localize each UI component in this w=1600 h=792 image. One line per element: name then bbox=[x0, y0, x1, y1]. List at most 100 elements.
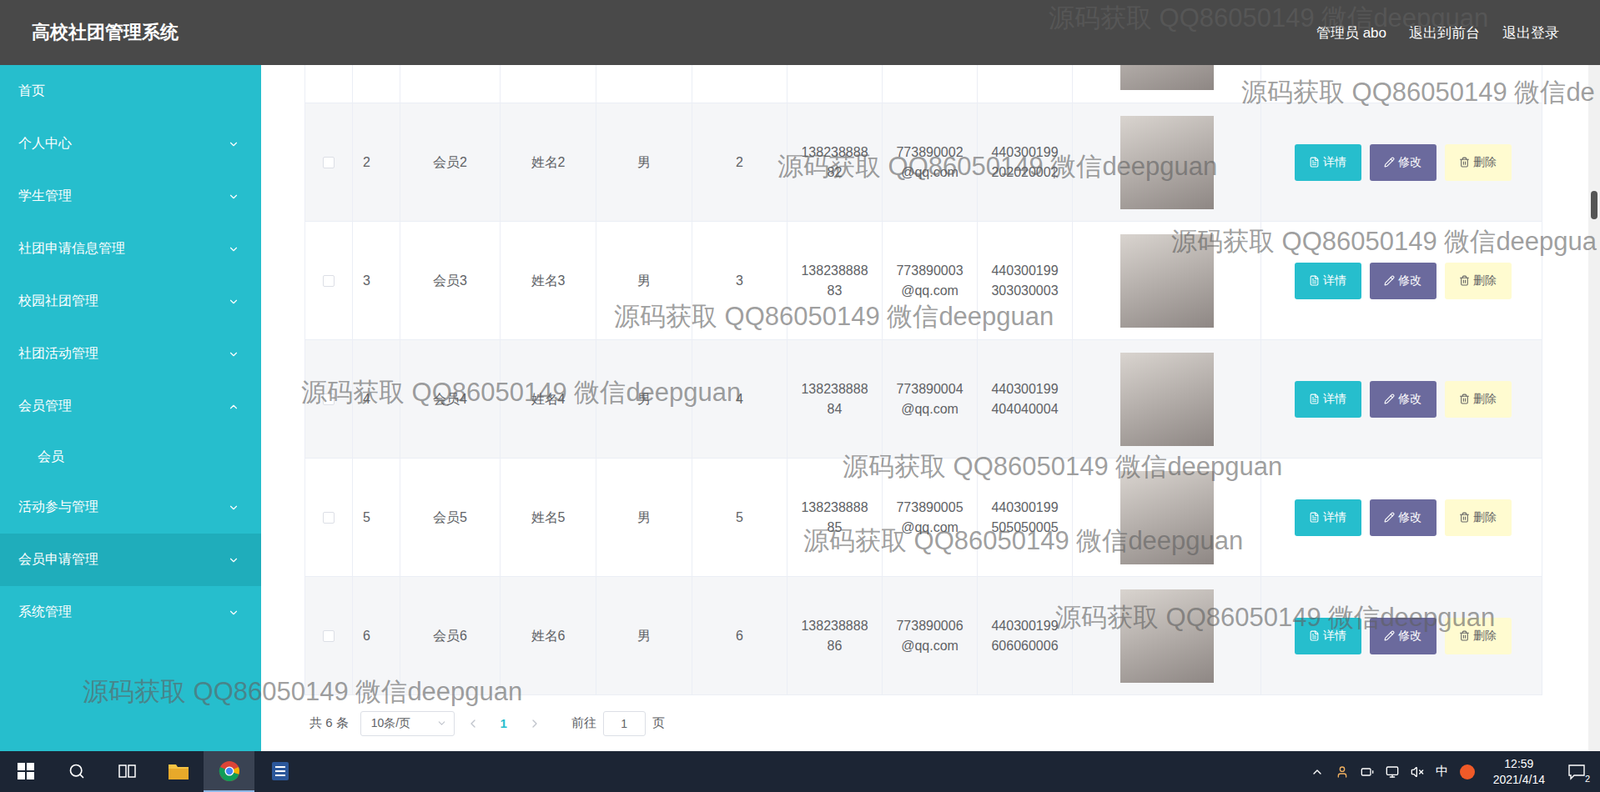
people-icon[interactable] bbox=[1335, 765, 1349, 780]
ime-indicator[interactable]: 中 bbox=[1435, 764, 1449, 780]
battery-icon[interactable] bbox=[1360, 765, 1374, 780]
row-checkbox[interactable] bbox=[322, 512, 335, 524]
chevron-down-icon bbox=[227, 191, 240, 203]
checkbox-cell bbox=[305, 577, 353, 695]
gender-cell: 男 bbox=[596, 221, 693, 340]
detail-button[interactable]: 详情 bbox=[1294, 499, 1362, 537]
edit-button[interactable]: 修改 bbox=[1369, 144, 1437, 182]
notification-button[interactable]: 2 bbox=[1563, 760, 1590, 785]
age-cell: 4 bbox=[692, 340, 788, 458]
taskbar-app[interactable] bbox=[203, 751, 255, 792]
watermark: 源码获取 QQ86050149 微信deepguan bbox=[613, 302, 1054, 332]
chevron-down-icon bbox=[227, 607, 240, 619]
id-card-cell: 440300199303030003 bbox=[977, 221, 1073, 340]
detail-icon bbox=[1308, 275, 1320, 287]
scrollbar-thumb[interactable] bbox=[1590, 191, 1598, 220]
phone-cell: 13823888883 bbox=[787, 221, 883, 340]
sidebar-item[interactable]: 首页 bbox=[0, 65, 262, 118]
avatar-cell bbox=[1072, 458, 1262, 577]
id-card-cell: 440300199505050005 bbox=[977, 458, 1073, 577]
table-cell bbox=[1261, 65, 1542, 103]
avatar-photo bbox=[1120, 115, 1214, 210]
header-link[interactable]: 退出登录 bbox=[1502, 23, 1560, 43]
actions-cell: 详情修改删除 bbox=[1261, 103, 1545, 222]
sogou-icon[interactable] bbox=[1459, 764, 1475, 780]
edit-button[interactable]: 修改 bbox=[1369, 381, 1437, 418]
delete-button[interactable]: 删除 bbox=[1444, 618, 1512, 655]
page-size-select[interactable]: 10条/页 bbox=[360, 711, 455, 737]
folder-icon bbox=[167, 762, 190, 781]
detail-button[interactable]: 详情 bbox=[1294, 144, 1362, 182]
chevron-down-icon bbox=[227, 502, 240, 514]
index-cell: 4 bbox=[352, 340, 401, 458]
row-actions: 详情修改删除 bbox=[1294, 262, 1512, 300]
edit-button[interactable]: 修改 bbox=[1369, 262, 1437, 300]
table-cell bbox=[787, 65, 883, 103]
word-icon bbox=[270, 761, 291, 782]
actions-cell: 详情修改删除 bbox=[1261, 340, 1545, 458]
detail-button[interactable]: 详情 bbox=[1294, 262, 1362, 300]
table-row: 6会员6姓名6男613823888886773890006@qq.com4403… bbox=[305, 577, 1542, 696]
edit-button[interactable]: 修改 bbox=[1369, 618, 1437, 655]
detail-icon bbox=[1308, 393, 1320, 405]
delete-button[interactable]: 删除 bbox=[1444, 499, 1512, 537]
delete-button[interactable]: 删除 bbox=[1444, 144, 1512, 182]
detail-button[interactable]: 详情 bbox=[1294, 381, 1362, 418]
goto-input[interactable]: 1 bbox=[603, 711, 646, 737]
body: 首页个人中心学生管理社团申请信息管理校园社团管理社团活动管理会员管理会员活动参与… bbox=[0, 65, 1600, 752]
header-links: 管理员 abo 退出到前台 退出登录 bbox=[1316, 23, 1560, 43]
sidebar-item[interactable]: 学生管理 bbox=[0, 170, 262, 223]
network-icon[interactable] bbox=[1385, 765, 1399, 780]
avatar-photo bbox=[1120, 65, 1214, 91]
detail-button[interactable]: 详情 bbox=[1294, 618, 1362, 655]
pagination: 共 6 条10条/页1前往1页 bbox=[304, 695, 1543, 752]
chevron-up-icon[interactable] bbox=[1310, 765, 1324, 780]
search-button[interactable] bbox=[50, 751, 102, 792]
index-cell: 2 bbox=[352, 103, 401, 222]
row-checkbox[interactable] bbox=[322, 156, 335, 169]
row-checkbox[interactable] bbox=[322, 275, 335, 287]
index-cell: 5 bbox=[352, 458, 401, 577]
taskbar-app[interactable] bbox=[254, 751, 306, 792]
edit-button[interactable]: 修改 bbox=[1369, 499, 1437, 537]
total-count: 共 6 条 bbox=[309, 715, 349, 732]
account-cell: 会员6 bbox=[400, 577, 501, 695]
goto-page: 前往1页 bbox=[571, 711, 665, 737]
start-button[interactable] bbox=[0, 751, 51, 792]
volume-icon[interactable] bbox=[1410, 765, 1424, 780]
email-cell: 773890003@qq.com bbox=[882, 221, 978, 340]
delete-button[interactable]: 删除 bbox=[1444, 262, 1512, 300]
name-cell: 姓名4 bbox=[500, 340, 597, 458]
header-link[interactable]: 退出到前台 bbox=[1408, 23, 1480, 43]
row-checkbox[interactable] bbox=[322, 630, 335, 643]
clock[interactable]: 12:592021/4/14 bbox=[1486, 756, 1552, 787]
top-bar: 高校社团管理系统管理员 abo退出到前台退出登录 bbox=[0, 0, 1600, 66]
row-checkbox[interactable] bbox=[322, 393, 335, 406]
sidebar-item[interactable]: 个人中心 bbox=[0, 117, 262, 171]
sidebar-item[interactable]: 系统管理 bbox=[0, 586, 262, 639]
gender-cell: 男 bbox=[596, 577, 693, 695]
chevron-down-icon bbox=[227, 243, 240, 256]
taskbar-app[interactable] bbox=[152, 751, 204, 792]
header-link[interactable]: 管理员 abo bbox=[1316, 23, 1387, 43]
delete-button[interactable]: 删除 bbox=[1444, 381, 1512, 418]
task-view-button[interactable] bbox=[101, 751, 153, 792]
taskbar-apps bbox=[0, 751, 306, 792]
sidebar-item[interactable]: 会员申请管理 bbox=[0, 533, 262, 587]
prev-page[interactable] bbox=[466, 717, 480, 731]
account-cell: 会员3 bbox=[400, 221, 501, 340]
notification-count: 2 bbox=[1584, 774, 1590, 785]
edit-icon bbox=[1383, 512, 1395, 524]
next-page[interactable] bbox=[528, 717, 542, 731]
page-number[interactable]: 1 bbox=[491, 716, 517, 731]
actions-cell: 详情修改删除 bbox=[1261, 458, 1545, 577]
sidebar-item[interactable]: 活动参与管理 bbox=[0, 481, 262, 534]
table-row: 4会员4姓名4男413823888884773890004@qq.com4403… bbox=[305, 340, 1542, 459]
sidebar-item[interactable]: 社团活动管理 bbox=[0, 327, 262, 381]
email-cell: 773890002@qq.com bbox=[882, 103, 978, 222]
sidebar-item[interactable]: 社团申请信息管理 bbox=[0, 222, 262, 276]
scrollbar[interactable] bbox=[1588, 65, 1600, 752]
sidebar-item[interactable]: 会员管理 bbox=[0, 380, 262, 433]
sidebar-subitem[interactable]: 会员 bbox=[0, 432, 262, 482]
sidebar-item[interactable]: 校园社团管理 bbox=[0, 275, 262, 328]
